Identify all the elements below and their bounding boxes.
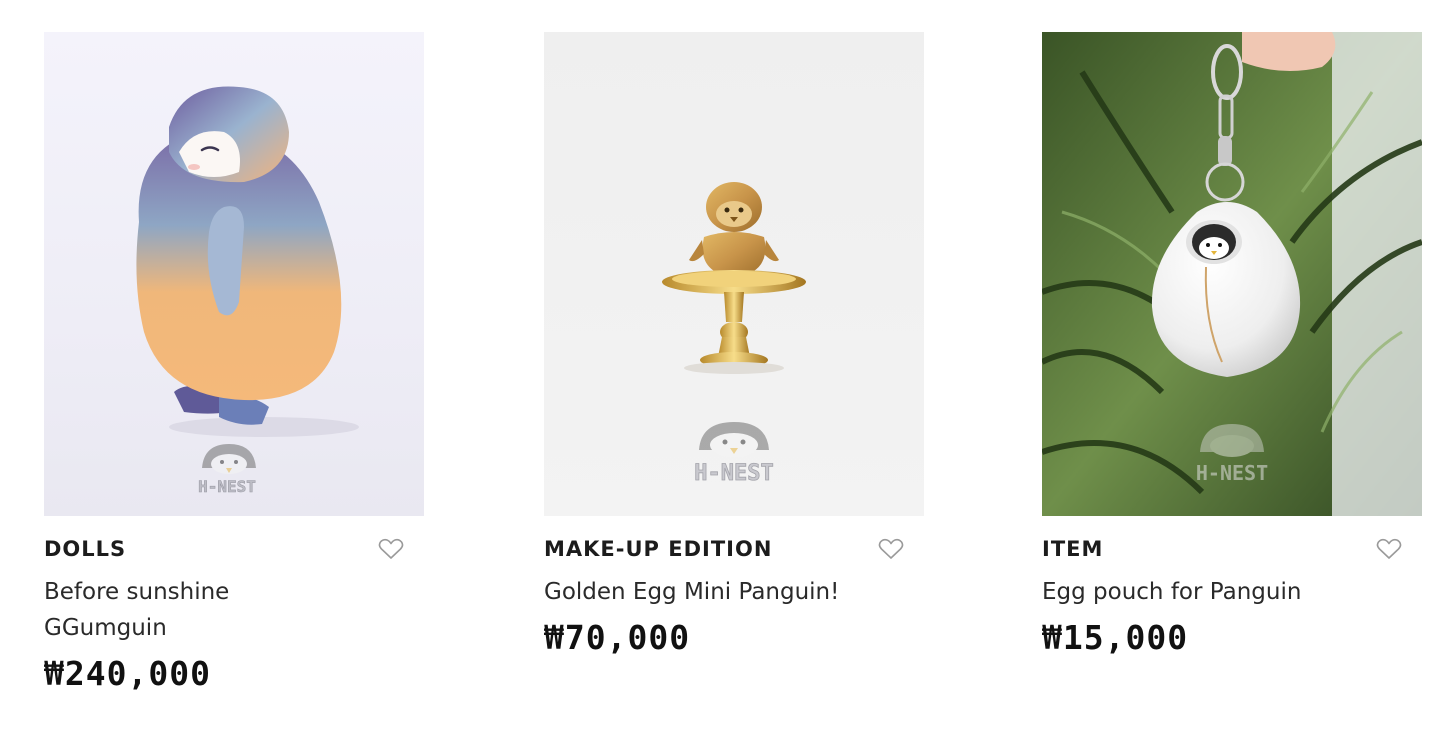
product-name[interactable]: Golden Egg Mini Panguin! xyxy=(544,574,924,610)
product-image[interactable]: H-NEST xyxy=(544,32,924,516)
product-name[interactable]: Egg pouch for Panguin xyxy=(1042,574,1422,610)
product-meta: ITEM Egg pouch for Panguin ₩15,000 xyxy=(1042,536,1422,657)
product-category: ITEM xyxy=(1042,537,1104,561)
product-price: ₩70,000 xyxy=(544,618,691,657)
golden-penguin-image: H-NEST xyxy=(662,182,806,486)
product-image[interactable]: H-NEST xyxy=(44,32,424,516)
svg-text:H-NEST: H-NEST xyxy=(1196,461,1268,485)
penguin-figure-image: H-NEST xyxy=(136,86,359,496)
product-price: ₩240,000 xyxy=(44,654,211,693)
product-meta: MAKE-UP EDITION Golden Egg Mini Panguin!… xyxy=(544,536,924,657)
product-price: ₩15,000 xyxy=(1042,618,1189,657)
heart-outline-icon[interactable] xyxy=(378,538,404,560)
svg-text:H-NEST: H-NEST xyxy=(694,461,773,486)
product-grid: H-NEST DOLLS Before sunshine GGumguin ₩2… xyxy=(0,0,1446,742)
heart-outline-icon[interactable] xyxy=(1376,538,1402,560)
product-meta: DOLLS Before sunshine GGumguin ₩240,000 xyxy=(44,536,424,693)
product-name-line-2[interactable]: GGumguin xyxy=(44,610,424,646)
egg-pouch-image: H-NEST xyxy=(1042,32,1422,516)
product-card: H-NEST MAKE-UP EDITION Golden Egg Mini P… xyxy=(544,32,924,657)
product-card: H-NEST ITEM Egg pouch for Panguin ₩15,00… xyxy=(1042,32,1422,657)
product-name-line-1[interactable]: Before sunshine xyxy=(44,574,424,610)
heart-outline-icon[interactable] xyxy=(878,538,904,560)
product-card: H-NEST DOLLS Before sunshine GGumguin ₩2… xyxy=(44,32,424,693)
product-image[interactable]: H-NEST xyxy=(1042,32,1422,516)
product-category: MAKE-UP EDITION xyxy=(544,537,773,561)
svg-text:H-NEST: H-NEST xyxy=(198,477,256,496)
product-category: DOLLS xyxy=(44,537,127,561)
